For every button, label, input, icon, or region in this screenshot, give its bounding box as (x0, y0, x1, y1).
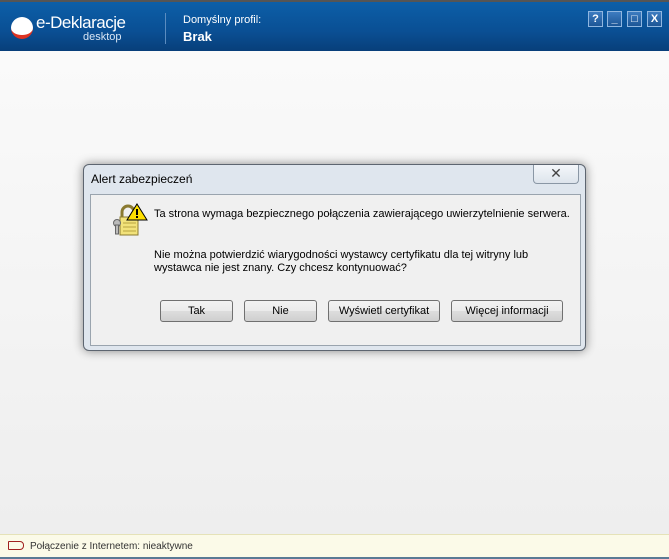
dialog-close-button[interactable]: ✕ (533, 165, 579, 184)
status-bar: Połączenie z Internetem: nieaktywne (0, 534, 669, 557)
dialog-body: Ta strona wymaga bezpiecznego połączenia… (90, 194, 581, 346)
app-header: e-Deklaracje desktop Domyślny profil: Br… (0, 0, 669, 51)
help-button[interactable]: ? (588, 11, 603, 27)
minimize-button[interactable]: _ (607, 11, 622, 27)
security-warning-lock-icon (113, 203, 148, 236)
app-logo-title: e-Deklaracje (36, 13, 126, 32)
e-deklaracje-logo-icon (11, 17, 33, 39)
yes-button[interactable]: Tak (160, 300, 233, 322)
more-info-button[interactable]: Więcej informacji (451, 300, 563, 322)
header-divider (165, 13, 166, 44)
dialog-message-primary: Ta strona wymaga bezpiecznego połączenia… (154, 208, 570, 220)
app-logo-subtitle: desktop (83, 31, 122, 43)
connection-status: Połączenie z Internetem: nieaktywne (30, 541, 193, 552)
connection-plug-icon (8, 541, 24, 550)
close-window-button[interactable]: X (647, 11, 662, 27)
security-alert-dialog: Alert zabezpieczeń ✕ Ta strona wymaga be… (83, 164, 586, 351)
view-certificate-button[interactable]: Wyświetl certyfikat (328, 300, 440, 322)
dialog-title: Alert zabezpieczeń (91, 172, 193, 186)
profile-value[interactable]: Brak (183, 29, 212, 44)
profile-label: Domyślny profil: (183, 14, 262, 26)
dialog-message-secondary: Nie można potwierdzić wiarygodności wyst… (154, 249, 529, 274)
no-button[interactable]: Nie (244, 300, 317, 322)
maximize-button[interactable]: □ (627, 11, 642, 27)
